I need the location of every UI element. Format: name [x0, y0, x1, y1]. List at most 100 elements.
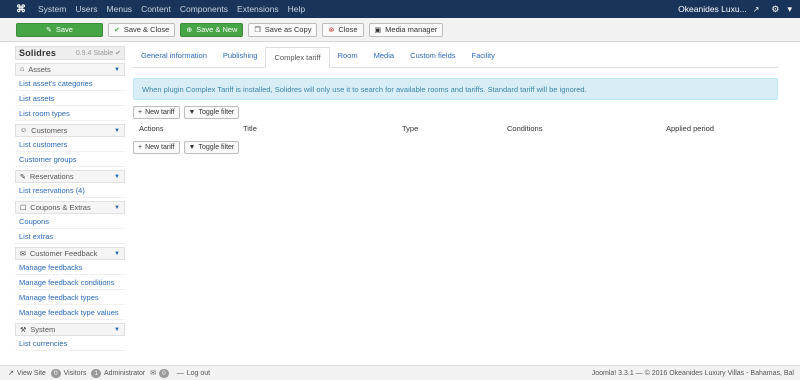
tab-publishing[interactable]: Publishing	[215, 46, 266, 67]
column-applied-period: Applied period	[666, 124, 714, 133]
sidebar-item-assets[interactable]: List assets	[15, 91, 125, 106]
close-button[interactable]: ⊗ Close	[322, 22, 364, 37]
sidebar-item-coupons[interactable]: Coupons	[15, 214, 125, 229]
group-title: Customer Feedback	[29, 249, 98, 258]
external-link-icon[interactable]: ↗	[753, 5, 760, 14]
sidebar-item-feedback-types[interactable]: Manage feedback types	[15, 290, 125, 305]
sidebar-group-customer-feedback: ✉ Customer Feedback ▼ Manage feedbacks M…	[15, 247, 125, 320]
toggle-filter-button[interactable]: ▼ Toggle filter	[183, 106, 240, 119]
filter-icon: ▼	[188, 109, 196, 116]
tab-media[interactable]: Media	[366, 46, 402, 67]
sidebar-group-header-reservations[interactable]: ✎ Reservations ▼	[15, 170, 125, 183]
sidebar-group-header-system[interactable]: ⚒ System ▼	[15, 323, 125, 336]
sidebar-group-reservations: ✎ Reservations ▼ List reservations (4)	[15, 170, 125, 198]
sidebar-group-header-assets[interactable]: ⌂ Assets ▼	[15, 63, 125, 76]
sidebar-item-feedback-conditions[interactable]: Manage feedback conditions	[15, 275, 125, 290]
sidebar-item-customer-groups[interactable]: Customer groups	[15, 152, 125, 167]
envelope-icon: ✉	[150, 370, 157, 377]
minus-icon: —	[176, 369, 184, 377]
tab-complex-tariff[interactable]: Complex tariff	[265, 47, 330, 68]
sidebar-item-manage-feedbacks[interactable]: Manage feedbacks	[15, 260, 125, 275]
new-tariff-button[interactable]: + New tariff	[133, 141, 180, 154]
site-name-link[interactable]: Okeanides Luxu...	[678, 4, 747, 14]
solidres-brand: Solidres 0.9.4 Stable ✔	[15, 46, 125, 60]
new-tariff-label: New tariff	[145, 144, 175, 151]
sidebar-group-customers: ☺ Customers ▼ List customers Customer gr…	[15, 124, 125, 167]
menu-components[interactable]: Components	[180, 4, 228, 14]
administrator-indicator: 1 Administrator	[91, 368, 146, 378]
sidebar-group-assets: ⌂ Assets ▼ List asset's categories List …	[15, 63, 125, 121]
status-bar: ↗ View Site 0 Visitors 1 Administrator ✉…	[0, 365, 800, 380]
brand-name: Solidres	[19, 48, 57, 58]
group-title: Coupons & Extras	[30, 203, 91, 212]
joomla-logo-icon[interactable]: ⌘	[16, 4, 30, 15]
alert-text: When plugin Complex Tariff is installed,…	[142, 84, 587, 94]
media-manager-button[interactable]: ▣ Media manager	[368, 22, 444, 37]
menu-content[interactable]: Content	[141, 4, 171, 14]
chevron-down-icon[interactable]: ▾	[787, 4, 792, 15]
main-content: General information Publishing Complex t…	[133, 46, 778, 362]
sidebar-group-header-customer-feedback[interactable]: ✉ Customer Feedback ▼	[15, 247, 125, 260]
save-new-button[interactable]: ⊕ Save & New	[180, 22, 244, 37]
close-circle-icon: ⊗	[328, 26, 335, 34]
save-close-button[interactable]: ✔ Save & Close	[108, 22, 176, 37]
filter-icon: ▼	[188, 144, 196, 151]
view-site-label: View Site	[16, 369, 46, 377]
gear-icon[interactable]: ⚙	[771, 4, 779, 15]
sidebar-group-header-coupons-extras[interactable]: ☐ Coupons & Extras ▼	[15, 201, 125, 214]
user-icon: ☺	[20, 127, 28, 134]
menu-extensions[interactable]: Extensions	[237, 4, 279, 14]
plus-icon: +	[138, 109, 143, 116]
tab-general-information[interactable]: General information	[133, 46, 215, 67]
menu-users[interactable]: Users	[75, 4, 97, 14]
save-copy-button[interactable]: ❐ Save as Copy	[248, 22, 318, 37]
plus-circle-icon: ⊕	[186, 26, 193, 34]
sidebar-item-feedback-type-values[interactable]: Manage feedback type values	[15, 305, 125, 320]
tariff-actions-bottom: + New tariff ▼ Toggle filter	[133, 141, 778, 154]
save-button[interactable]: ✎ Save	[16, 22, 103, 37]
sidebar-item-extras[interactable]: List extras	[15, 229, 125, 244]
column-title: Title	[243, 124, 257, 133]
check-icon: ✔	[114, 26, 120, 34]
chevron-down-icon: ▼	[114, 250, 120, 257]
administrator-label: Administrator	[104, 369, 146, 377]
brand-version: 0.9.4 Stable ✔	[75, 50, 121, 57]
visitors-indicator: 0 Visitors	[50, 368, 86, 378]
menu-menus[interactable]: Menus	[107, 4, 133, 14]
sidebar-group-header-customers[interactable]: ☺ Customers ▼	[15, 124, 125, 137]
logout-link[interactable]: — Log out	[177, 370, 210, 377]
copy-icon: ❐	[254, 26, 261, 34]
new-tariff-button[interactable]: + New tariff	[133, 106, 180, 119]
key-icon: ✎	[20, 173, 26, 181]
sidebar-item-currencies[interactable]: List currencies	[15, 336, 125, 351]
group-title: Customers	[31, 126, 68, 135]
chevron-down-icon: ▼	[114, 66, 120, 73]
comment-icon: ✉	[20, 250, 26, 258]
admin-badge: 1	[91, 368, 102, 378]
column-conditions: Conditions	[507, 124, 543, 133]
tariff-actions-top: + New tariff ▼ Toggle filter	[133, 106, 778, 119]
box-icon: ☐	[20, 204, 27, 212]
sidebar-item-room-types[interactable]: List room types	[15, 106, 125, 121]
menu-help[interactable]: Help	[288, 4, 305, 14]
close-label: Close	[338, 25, 358, 34]
sidebar-item-asset-categories[interactable]: List asset's categories	[15, 76, 125, 91]
chevron-down-icon: ▼	[114, 173, 120, 180]
sidebar-item-reservations[interactable]: List reservations (4)	[15, 183, 125, 198]
media-manager-label: Media manager	[385, 25, 438, 34]
column-type: Type	[402, 124, 419, 133]
tab-facility[interactable]: Facility	[464, 46, 503, 67]
messages-indicator[interactable]: ✉ 0	[150, 368, 172, 378]
menu-system[interactable]: System	[38, 4, 66, 14]
plus-icon: +	[138, 144, 143, 151]
toggle-filter-button[interactable]: ▼ Toggle filter	[183, 141, 240, 154]
save-icon: ✎	[46, 26, 52, 34]
top-navbar: ⌘ System Users Menus Content Components …	[0, 0, 800, 18]
logout-label: Log out	[186, 369, 211, 377]
tab-bar: General information Publishing Complex t…	[133, 46, 778, 68]
tab-room[interactable]: Room	[330, 46, 366, 67]
sidebar-item-customers[interactable]: List customers	[15, 137, 125, 152]
tab-custom-fields[interactable]: Custom fields	[402, 46, 463, 67]
group-title: System	[30, 325, 56, 334]
view-site-link[interactable]: ↗ View Site	[8, 369, 46, 378]
